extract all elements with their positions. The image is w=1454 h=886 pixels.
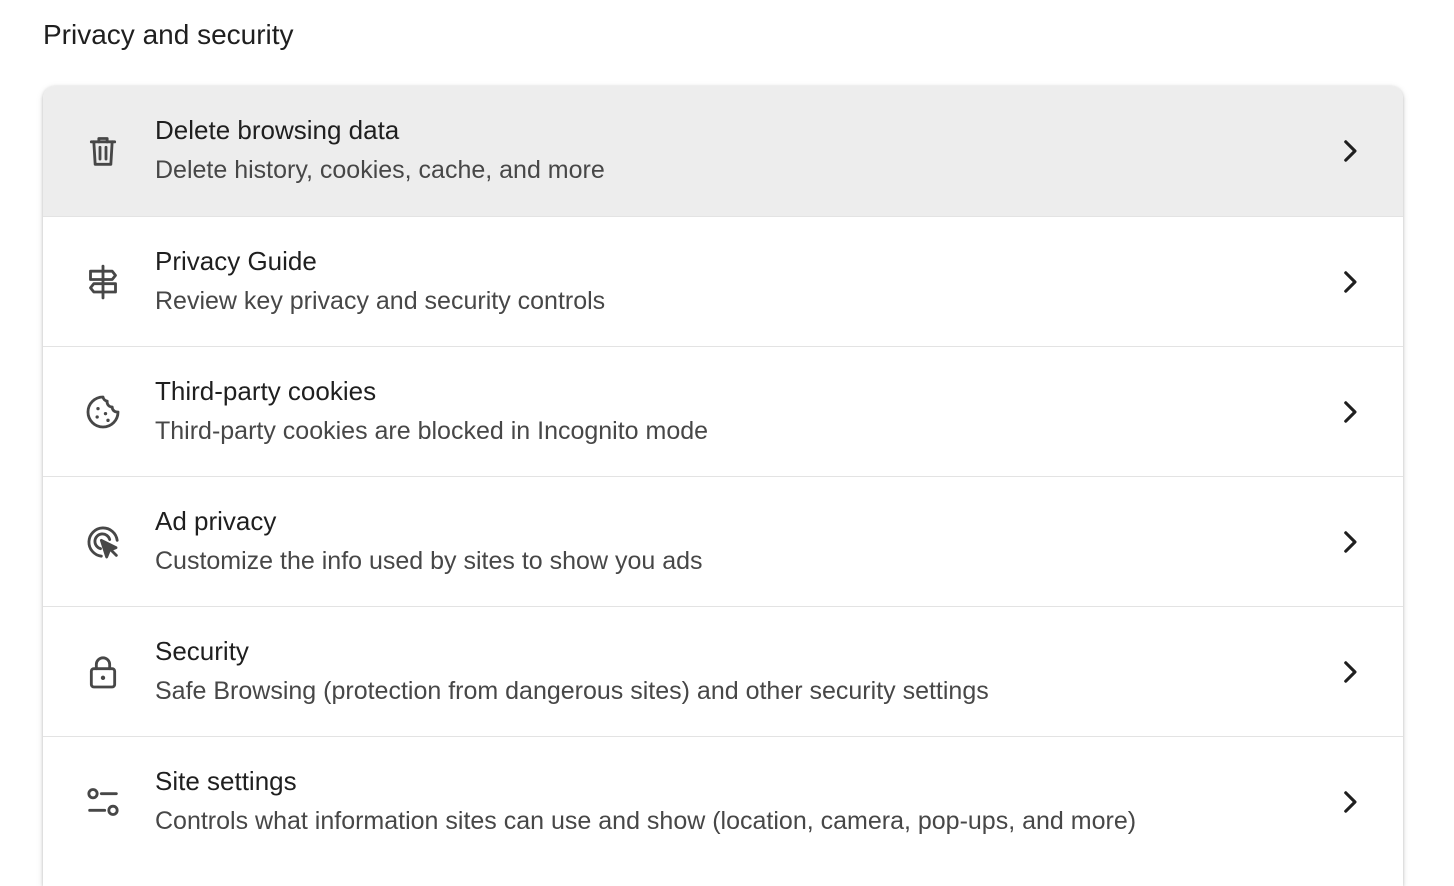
row-subtitle: Third-party cookies are blocked in Incog…	[155, 417, 709, 445]
row-subtitle: Customize the info used by sites to show…	[155, 547, 703, 575]
security-row[interactable]: Security Safe Browsing (protection from …	[43, 606, 1403, 736]
trash-icon	[83, 131, 123, 171]
section-title: Privacy and security	[43, 19, 294, 50]
ad-privacy-row[interactable]: Ad privacy Customize the info used by si…	[43, 476, 1403, 606]
tune-icon	[83, 782, 123, 822]
row-title: Site settings	[155, 766, 297, 796]
privacy-settings-card: Delete browsing data Delete history, coo…	[43, 86, 1403, 886]
row-subtitle: Safe Browsing (protection from dangerous…	[155, 677, 989, 705]
privacy-guide-row[interactable]: Privacy Guide Review key privacy and sec…	[43, 216, 1403, 346]
chevron-right-icon	[1333, 785, 1367, 819]
signpost-icon	[83, 262, 123, 302]
row-title: Security	[155, 636, 249, 666]
delete-browsing-data-row[interactable]: Delete browsing data Delete history, coo…	[43, 86, 1403, 216]
chevron-right-icon	[1333, 265, 1367, 299]
row-subtitle: Review key privacy and security controls	[155, 287, 606, 315]
row-title: Third-party cookies	[155, 376, 377, 406]
cookie-icon	[83, 392, 123, 432]
row-title: Privacy Guide	[155, 246, 317, 276]
chevron-right-icon	[1333, 655, 1367, 689]
chevron-right-icon	[1333, 395, 1367, 429]
row-title: Delete browsing data	[155, 115, 400, 145]
lock-icon	[83, 652, 123, 692]
row-title: Ad privacy	[155, 506, 277, 536]
ad-target-icon	[83, 522, 123, 562]
site-settings-row[interactable]: Site settings Controls what information …	[43, 736, 1403, 866]
row-subtitle: Delete history, cookies, cache, and more	[155, 156, 605, 184]
chevron-right-icon	[1333, 525, 1367, 559]
chevron-right-icon	[1333, 134, 1367, 168]
third-party-cookies-row[interactable]: Third-party cookies Third-party cookies …	[43, 346, 1403, 476]
row-subtitle: Controls what information sites can use …	[155, 807, 1137, 835]
